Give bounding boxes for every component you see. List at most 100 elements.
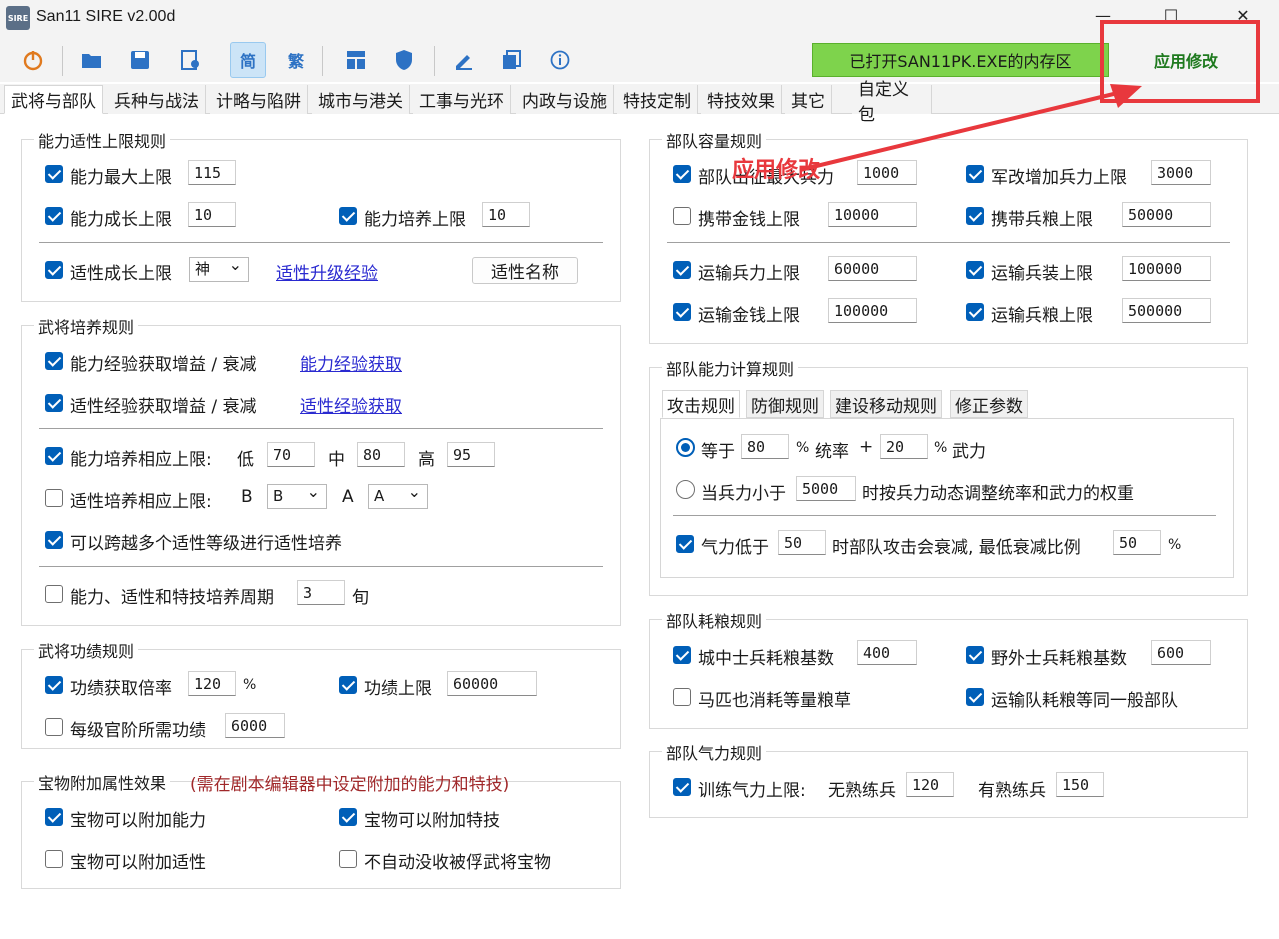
train-morale-checkbox[interactable] <box>673 778 691 796</box>
food-checkbox[interactable] <box>966 207 984 225</box>
dynamic-input[interactable]: 5000 <box>796 476 856 501</box>
city-food-checkbox[interactable] <box>673 646 691 664</box>
high-input[interactable]: 95 <box>447 442 495 467</box>
rank-merit-input[interactable]: 6000 <box>225 713 285 738</box>
save-icon[interactable] <box>122 42 158 78</box>
apt-upgrade-exp-link[interactable]: 适性升级经验 <box>276 259 378 284</box>
trans-gold-checkbox[interactable] <box>673 303 691 321</box>
trained-input[interactable]: 150 <box>1056 772 1104 797</box>
cross-level-checkbox[interactable] <box>45 531 63 549</box>
pct-label: % <box>1168 537 1182 553</box>
tab-domestic-facilities[interactable]: 内政与设施 <box>516 85 614 114</box>
trans-troops-input[interactable]: 60000 <box>828 256 917 281</box>
trans-food-input[interactable]: 500000 <box>1122 298 1211 323</box>
treasure-skill-checkbox[interactable] <box>339 808 357 826</box>
annotation-arrow <box>799 84 1142 172</box>
apt-growth-label: 适性成长上限 <box>70 264 172 284</box>
untrained-input[interactable]: 120 <box>906 772 954 797</box>
divider <box>39 242 603 243</box>
morale-checkbox[interactable] <box>676 535 694 553</box>
lead-weight-input[interactable]: 80 <box>741 434 789 459</box>
trans-troops-checkbox[interactable] <box>673 261 691 279</box>
ability-growth-checkbox[interactable] <box>45 207 63 225</box>
treasure-skill-label: 宝物可以附加特技 <box>364 811 500 831</box>
tab-strategy-traps[interactable]: 计略与陷阱 <box>210 85 308 114</box>
merit-cap-checkbox[interactable] <box>339 676 357 694</box>
treasure-apt-checkbox[interactable] <box>45 850 63 868</box>
rank-merit-checkbox[interactable] <box>45 718 63 736</box>
simplified-chinese-icon[interactable]: 简 <box>230 42 266 78</box>
b-select[interactable]: B <box>267 481 327 509</box>
reform-input[interactable]: 3000 <box>1151 160 1211 185</box>
tab-skill-effects[interactable]: 特技效果 <box>701 85 782 114</box>
ability-train-checkbox[interactable] <box>339 207 357 225</box>
troops-checkbox[interactable] <box>673 165 691 183</box>
merit-rate-unit: % <box>243 677 257 693</box>
mid-input[interactable]: 80 <box>357 442 405 467</box>
no-confiscate-checkbox[interactable] <box>339 850 357 868</box>
treasure-ability-checkbox[interactable] <box>45 808 63 826</box>
apt-exp-gain-link[interactable]: 适性经验获取 <box>300 392 402 417</box>
food-input[interactable]: 50000 <box>1122 202 1211 227</box>
subtab-correction[interactable]: 修正参数 <box>950 390 1028 418</box>
tab-skill-custom[interactable]: 特技定制 <box>617 85 698 114</box>
low-input[interactable]: 70 <box>267 442 315 467</box>
a-select[interactable]: A <box>368 481 428 509</box>
tab-works-aura[interactable]: 工事与光环 <box>413 85 511 114</box>
gold-input[interactable]: 10000 <box>828 202 917 227</box>
morale-min-input[interactable]: 50 <box>1113 530 1161 555</box>
copy-icon[interactable] <box>494 42 530 78</box>
merit-rate-checkbox[interactable] <box>45 676 63 694</box>
apt-train-limit-label: 适性培养相应上限: <box>70 492 212 512</box>
dynamic-radio[interactable] <box>676 480 695 499</box>
exp-gain-checkbox[interactable] <box>45 352 63 370</box>
shield-icon[interactable] <box>386 42 422 78</box>
equals-radio[interactable] <box>676 438 695 457</box>
treasure-note: (需在剧本编辑器中设定附加的能力和特技) <box>190 775 510 795</box>
transport-food-checkbox[interactable] <box>966 688 984 706</box>
merit-rate-input[interactable]: 120 <box>188 671 236 696</box>
train-period-checkbox[interactable] <box>45 585 63 603</box>
edit-icon[interactable] <box>446 42 482 78</box>
settings-file-icon[interactable] <box>172 42 208 78</box>
tab-troops-tactics[interactable]: 兵种与战法 <box>108 85 206 114</box>
city-food-input[interactable]: 400 <box>857 640 917 665</box>
subtab-build-move[interactable]: 建设移动规则 <box>830 390 942 418</box>
subtab-attack[interactable]: 攻击规则 <box>662 390 740 418</box>
train-period-input[interactable]: 3 <box>297 580 345 605</box>
pct-label: % <box>934 440 948 456</box>
info-icon[interactable] <box>542 42 578 78</box>
trans-equip-input[interactable]: 100000 <box>1122 256 1211 281</box>
ability-growth-input[interactable]: 10 <box>188 202 236 227</box>
open-folder-icon[interactable] <box>74 42 110 78</box>
city-food-label: 城中士兵耗粮基数 <box>698 649 834 669</box>
apt-train-limit-checkbox[interactable] <box>45 489 63 507</box>
apt-growth-checkbox[interactable] <box>45 261 63 279</box>
field-food-checkbox[interactable] <box>966 646 984 664</box>
grid-icon[interactable] <box>338 42 374 78</box>
power-icon[interactable] <box>15 42 51 78</box>
traditional-chinese-icon[interactable]: 繁 <box>278 42 314 78</box>
subtab-defense[interactable]: 防御规则 <box>746 390 824 418</box>
morale-input[interactable]: 50 <box>778 530 826 555</box>
field-food-input[interactable]: 600 <box>1151 640 1211 665</box>
merit-cap-input[interactable]: 60000 <box>447 671 537 696</box>
trans-food-checkbox[interactable] <box>966 303 984 321</box>
war-weight-input[interactable]: 20 <box>880 434 928 459</box>
apt-growth-select[interactable]: 神 <box>189 254 249 282</box>
trans-equip-label: 运输兵装上限 <box>991 264 1093 284</box>
apt-name-button[interactable]: 适性名称 <box>472 257 578 284</box>
apt-exp-gain-checkbox[interactable] <box>45 394 63 412</box>
trans-gold-input[interactable]: 100000 <box>828 298 917 323</box>
tab-generals-units[interactable]: 武将与部队 <box>4 85 103 114</box>
horse-food-checkbox[interactable] <box>673 688 691 706</box>
ability-train-input[interactable]: 10 <box>482 202 530 227</box>
high-label: 高 <box>418 450 435 470</box>
tab-cities-ports[interactable]: 城市与港关 <box>312 85 410 114</box>
gold-checkbox[interactable] <box>673 207 691 225</box>
max-ability-input[interactable]: 115 <box>188 160 236 185</box>
train-limit-checkbox[interactable] <box>45 447 63 465</box>
trans-equip-checkbox[interactable] <box>966 261 984 279</box>
exp-gain-link[interactable]: 能力经验获取 <box>300 350 402 375</box>
max-ability-checkbox[interactable] <box>45 165 63 183</box>
